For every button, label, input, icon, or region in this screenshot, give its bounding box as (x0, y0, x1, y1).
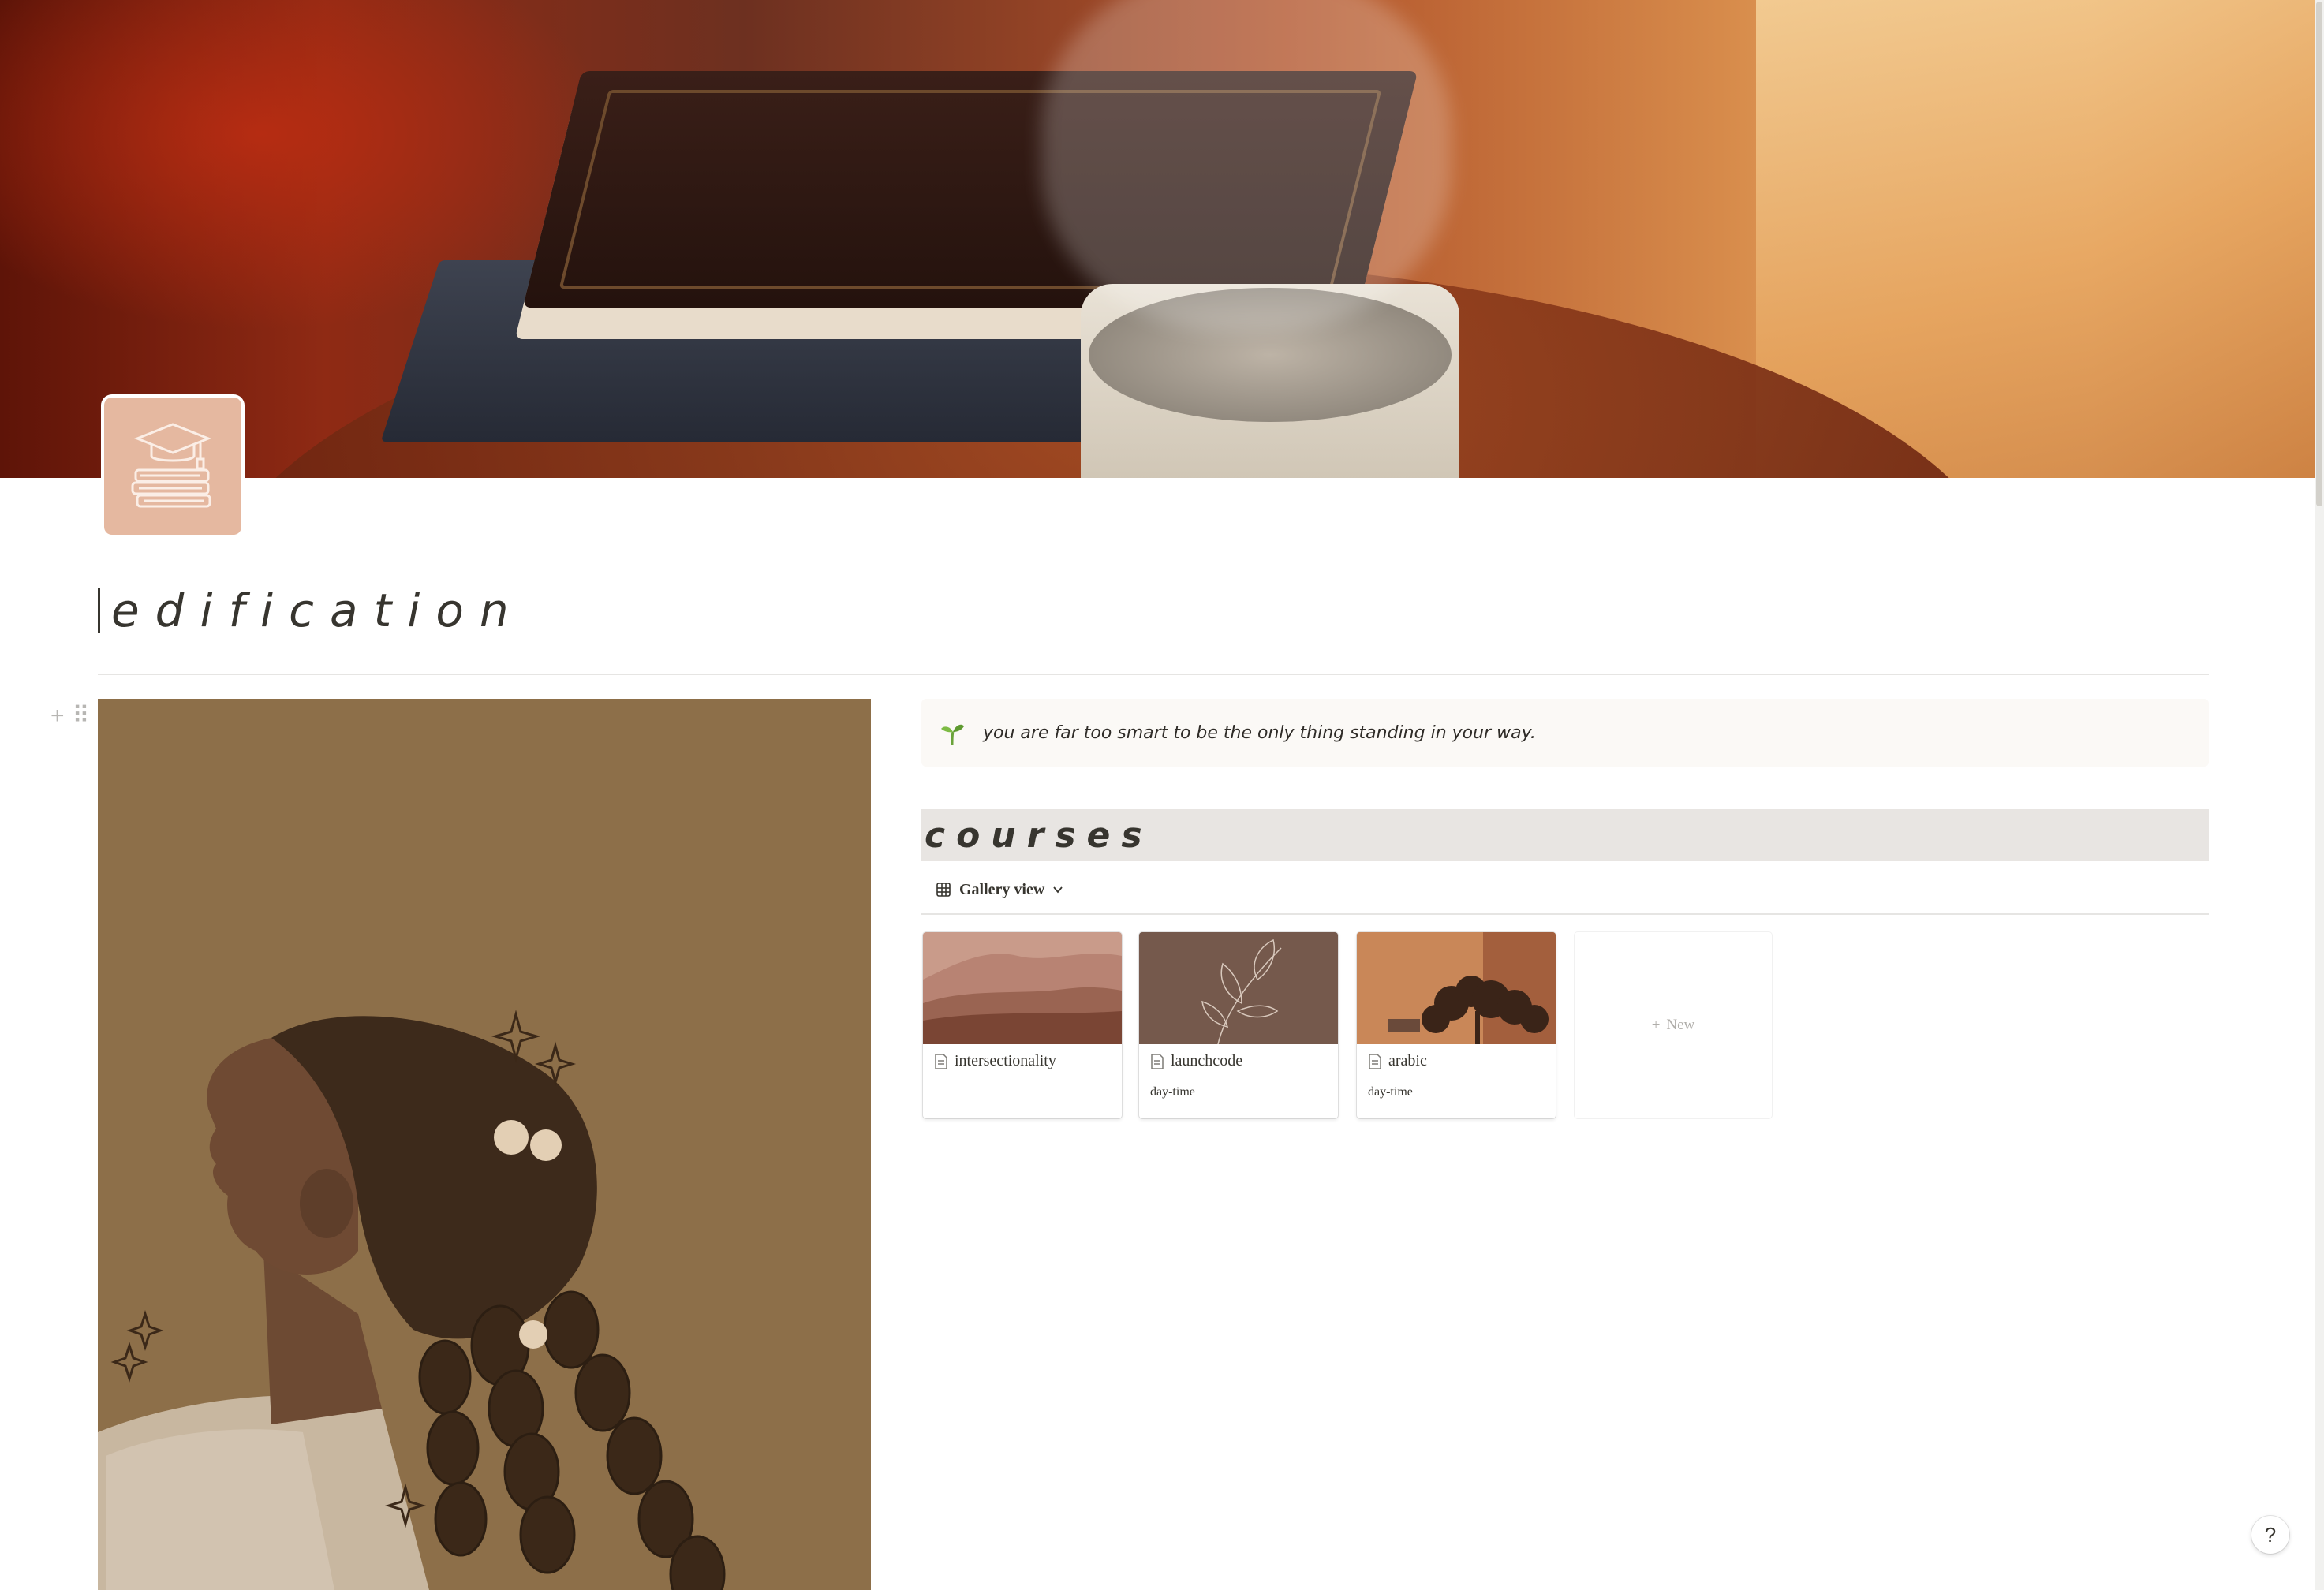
gallery-view-label: Gallery view (959, 880, 1045, 898)
sprout-icon (941, 724, 964, 745)
card-title-text: intersectionality (955, 1052, 1056, 1069)
card-property: day-time (1150, 1085, 1195, 1099)
page-icon-small (935, 1053, 947, 1069)
card-property: day-time (1368, 1085, 1413, 1099)
help-button[interactable]: ? (2251, 1516, 2289, 1554)
add-block-icon[interactable]: + (50, 700, 65, 732)
card-cover-image (1357, 932, 1556, 1044)
divider (98, 674, 2209, 675)
card-title-text: launchcode (1171, 1052, 1243, 1069)
page-icon-small (1151, 1053, 1164, 1069)
gallery-card-launchcode[interactable]: launchcode day-time (1139, 932, 1338, 1118)
block-handle[interactable]: + ⠿ (50, 700, 90, 732)
page-cover[interactable] (0, 0, 2324, 478)
view-divider (921, 913, 2209, 915)
card-cover-image (1139, 932, 1338, 1044)
page-icon-small (1369, 1053, 1381, 1069)
card-cover-image (923, 932, 1122, 1044)
gallery-card-arabic[interactable]: arabic day-time (1357, 932, 1556, 1118)
page-title-text[interactable]: edification (111, 584, 525, 637)
card-title: launchcode (1150, 1052, 1242, 1070)
gallery-grid-icon (936, 883, 951, 897)
drag-handle-icon[interactable]: ⠿ (73, 700, 90, 732)
card-title: intersectionality (934, 1052, 1056, 1070)
gallery-view-tab[interactable]: Gallery view (936, 874, 1063, 905)
chevron-down-icon (1053, 886, 1063, 894)
courses-heading-text: courses (925, 815, 1153, 856)
card-title: arabic (1368, 1052, 1427, 1070)
plus-icon: + (1651, 1017, 1661, 1033)
courses-heading[interactable]: courses (921, 809, 2209, 861)
new-card-label: New (1666, 1017, 1695, 1033)
page-icon[interactable] (104, 398, 241, 535)
quote-callout[interactable]: you are far too smart to be the only thi… (921, 699, 2209, 767)
gallery-card-intersectionality[interactable]: intersectionality (923, 932, 1122, 1118)
page-title[interactable]: edification (98, 579, 525, 642)
girl-with-braids-image (98, 699, 871, 1590)
new-card-button[interactable]: + New (1575, 932, 1772, 1118)
card-title-text: arabic (1388, 1052, 1427, 1069)
text-caret (98, 588, 100, 633)
graduation-cap-books-icon (131, 423, 212, 508)
scrollbar[interactable] (2315, 0, 2324, 1590)
portrait-illustration[interactable] (98, 699, 871, 1590)
callout-text: you are far too smart to be the only thi… (983, 722, 1536, 743)
cover-shape (1041, 0, 1452, 331)
